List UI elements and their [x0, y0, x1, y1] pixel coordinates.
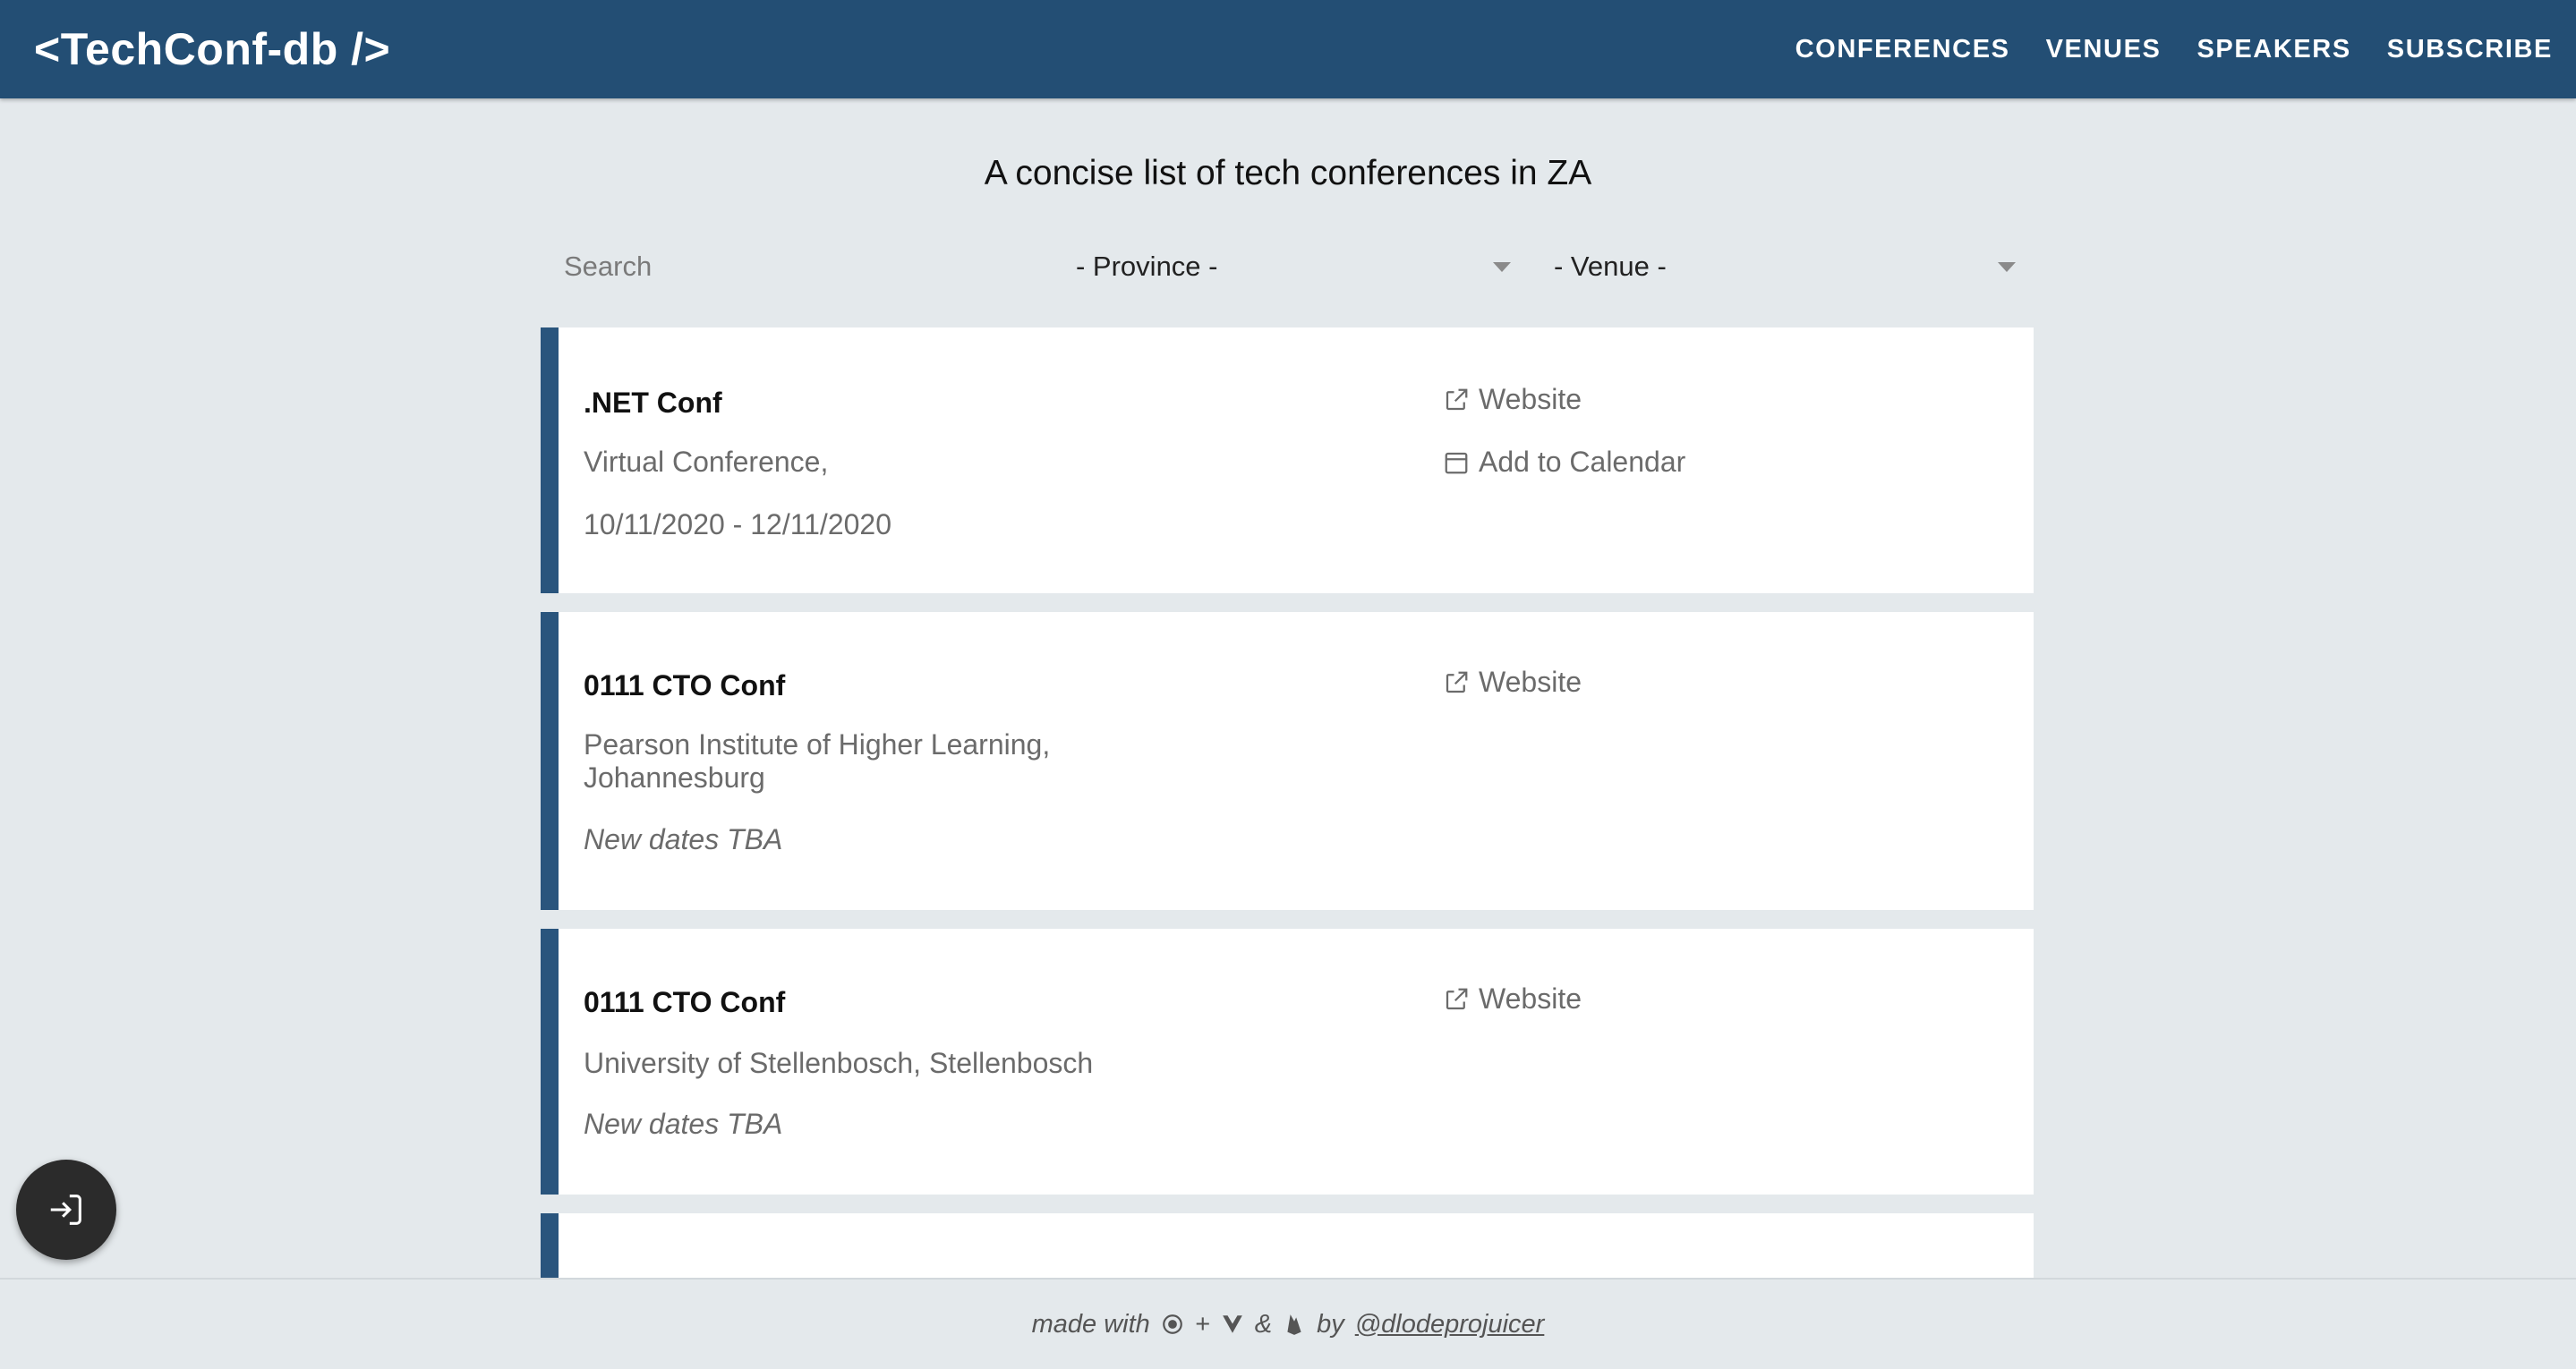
- external-link-icon: [1446, 388, 1468, 410]
- conference-name: 0111 CTO Conf: [584, 669, 786, 702]
- chevron-down-icon: [1493, 262, 1511, 272]
- footer-made-with: made with: [1031, 1309, 1150, 1339]
- calendar-label: Add to Calendar: [1479, 446, 1686, 478]
- conference-dates: New dates TBA: [584, 1108, 783, 1140]
- website-label: Website: [1479, 666, 1582, 698]
- nav-link-venues[interactable]: VENUES: [2046, 35, 2162, 64]
- conference-venue-line: Pearson Institute of Higher Learning,: [584, 728, 1051, 761]
- firebase-logo-icon: [1287, 1314, 1301, 1335]
- nav-link-speakers[interactable]: SPEAKERS: [2196, 35, 2350, 64]
- province-select[interactable]: - Province -: [1038, 238, 1536, 295]
- filter-bar: - Province - - Venue -: [541, 236, 2034, 297]
- conference-card[interactable]: .NET Conf Virtual Conference, 10/11/2020…: [541, 327, 2034, 593]
- page-tagline: A concise list of tech conferences in ZA: [984, 154, 1592, 192]
- conference-venue-line: Johannesburg: [584, 761, 765, 794]
- footer-plus: +: [1194, 1309, 1210, 1339]
- conference-card[interactable]: [541, 1213, 2034, 1280]
- website-link[interactable]: Website: [1443, 666, 1582, 699]
- add-to-calendar-link[interactable]: Add to Calendar: [1443, 446, 1685, 479]
- website-label: Website: [1479, 982, 1582, 1015]
- footer-by: by: [1317, 1309, 1344, 1339]
- website-link[interactable]: Website: [1443, 982, 1582, 1016]
- website-label: Website: [1479, 383, 1582, 415]
- venue-select-value: - Venue -: [1554, 251, 1667, 282]
- calendar-icon: [1445, 452, 1468, 473]
- conference-card[interactable]: 0111 CTO Conf Pearson Institute of Highe…: [541, 612, 2034, 910]
- conference-venue: Virtual Conference,: [584, 446, 829, 478]
- external-link-icon: [1446, 671, 1468, 693]
- website-link[interactable]: Website: [1443, 383, 1582, 416]
- conference-dates: New dates TBA: [584, 823, 783, 855]
- search-input[interactable]: [541, 238, 1038, 295]
- conference-list: .NET Conf Virtual Conference, 10/11/2020…: [541, 327, 2034, 1280]
- navbar: <TechConf-db /> CONFERENCES VENUES SPEAK…: [0, 0, 2576, 98]
- conference-name: .NET Conf: [584, 387, 722, 419]
- external-link-icon: [1446, 988, 1468, 1009]
- venue-select[interactable]: - Venue -: [1536, 238, 2034, 295]
- conference-venue: Pearson Institute of Higher Learning, Jo…: [584, 728, 1139, 795]
- conference-dates: 10/11/2020 - 12/11/2020: [584, 508, 891, 540]
- brand-logo[interactable]: <TechConf-db />: [34, 23, 390, 75]
- conference-card[interactable]: 0111 CTO Conf University of Stellenbosch…: [541, 929, 2034, 1195]
- login-icon: [50, 1195, 81, 1225]
- vue-logo-icon: [1222, 1315, 1242, 1333]
- nav-link-conferences[interactable]: CONFERENCES: [1796, 35, 2010, 64]
- footer: made with + & by @dlodeprojuicer: [0, 1278, 2576, 1369]
- footer-amp: &: [1254, 1309, 1273, 1339]
- author-link[interactable]: @dlodeprojuicer: [1355, 1310, 1545, 1339]
- conference-venue: University of Stellenbosch, Stellenbosch: [584, 1047, 1094, 1079]
- nav-link-subscribe[interactable]: SUBSCRIBE: [2387, 35, 2553, 64]
- login-button[interactable]: [16, 1160, 116, 1260]
- nav-links: CONFERENCES VENUES SPEAKERS SUBSCRIBE: [1796, 35, 2553, 64]
- ionic-logo-icon: [1162, 1314, 1182, 1334]
- conference-name: 0111 CTO Conf: [584, 986, 786, 1018]
- province-select-value: - Province -: [1076, 251, 1218, 282]
- chevron-down-icon: [1998, 262, 2016, 272]
